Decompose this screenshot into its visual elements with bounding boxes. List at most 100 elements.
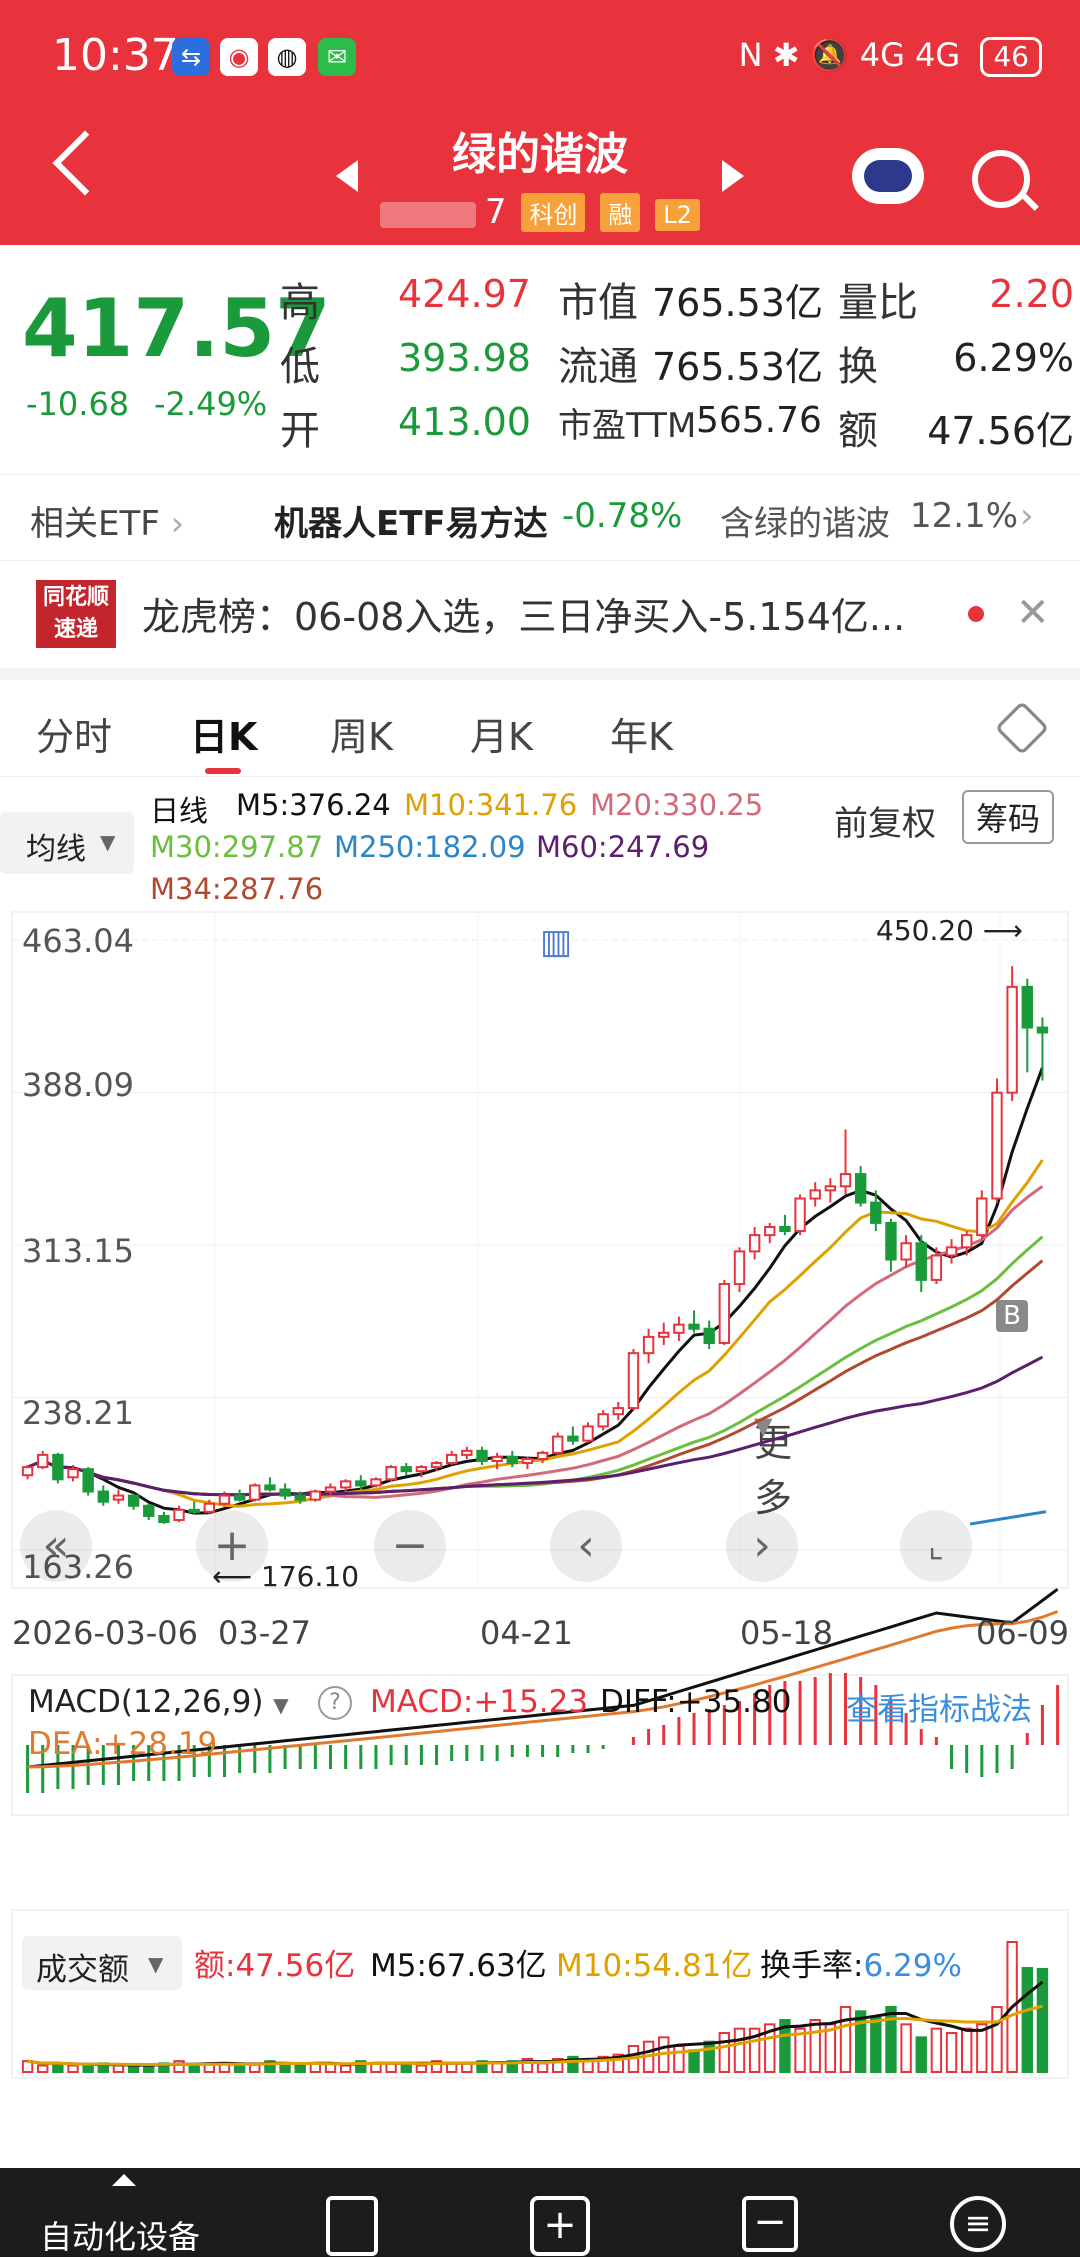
ma-line bbox=[969, 1510, 1047, 1526]
candle-body bbox=[733, 1250, 746, 1285]
candle-body bbox=[748, 1234, 761, 1253]
unread-dot bbox=[968, 606, 984, 622]
candle-body bbox=[430, 1462, 443, 1469]
candle-body bbox=[794, 1197, 806, 1233]
diff-value: DIFF:+35.80 bbox=[600, 1684, 792, 1720]
candle-body bbox=[21, 1466, 34, 1477]
section-gap bbox=[0, 668, 1080, 680]
date-tick-2: 03-27 bbox=[218, 1614, 311, 1652]
volume-bar bbox=[1021, 1967, 1033, 2073]
settings-hexagon-icon[interactable] bbox=[994, 700, 1050, 756]
close-icon[interactable]: ✕ bbox=[1016, 590, 1050, 636]
price-tick-3: 313.15 bbox=[22, 1232, 134, 1270]
candle-body bbox=[552, 1435, 564, 1454]
expand-icon[interactable] bbox=[112, 2174, 136, 2186]
search-icon[interactable] bbox=[972, 150, 1030, 208]
volume-selector[interactable]: 成交额 ▼ bbox=[22, 1936, 182, 1990]
tab-monthly-k[interactable]: 月K bbox=[470, 706, 533, 761]
candle-body bbox=[642, 1335, 655, 1355]
tab-weekly-k[interactable]: 周K bbox=[330, 706, 393, 761]
volume-bar bbox=[809, 2019, 821, 2073]
macd-selector[interactable]: MACD(12,26,9) ▼ bbox=[28, 1684, 289, 1720]
value-low: 393.98 bbox=[398, 336, 531, 380]
value-float: 765.53亿 bbox=[652, 345, 823, 389]
volume-bar bbox=[233, 2064, 246, 2073]
battery-icon: 46 bbox=[980, 37, 1042, 77]
etf-holding-pct: 12.1% bbox=[910, 496, 1019, 536]
volume-bar bbox=[536, 2062, 549, 2074]
value-mktcap: 765.53亿 bbox=[652, 281, 823, 325]
candle-body bbox=[521, 1457, 534, 1465]
candle-body bbox=[839, 1173, 852, 1188]
zoom-in-icon[interactable]: + bbox=[196, 1510, 268, 1582]
dropdown-icon: ▼ bbox=[273, 1693, 289, 1717]
label-turnover: 换 bbox=[838, 344, 878, 390]
scroll-right-icon[interactable]: › bbox=[726, 1510, 798, 1582]
indicator-tactics-link[interactable]: 查看指标战法 bbox=[846, 1684, 1032, 1729]
status-time: 10:37 bbox=[52, 30, 179, 81]
candle-body bbox=[673, 1323, 685, 1334]
candle-body bbox=[82, 1468, 94, 1493]
volume-bar bbox=[900, 2023, 912, 2074]
candle-body bbox=[476, 1449, 488, 1462]
scroll-left-icon[interactable]: ‹ bbox=[550, 1510, 622, 1582]
news-headline[interactable]: 龙虎榜：06-08入选，三日净买入-5.154亿... bbox=[142, 586, 905, 641]
volume-bar bbox=[673, 2045, 685, 2073]
candle-body bbox=[112, 1494, 125, 1501]
fullscreen-icon[interactable]: ⌞ bbox=[900, 1510, 972, 1582]
volume-bar bbox=[82, 2064, 94, 2073]
candle-body bbox=[67, 1468, 79, 1479]
etf-more-icon[interactable]: › bbox=[1020, 496, 1034, 536]
ma-lines bbox=[27, 1067, 1047, 1526]
candle-body bbox=[824, 1185, 837, 1192]
notes-icon[interactable] bbox=[326, 2196, 378, 2256]
macd-value: MACD:+15.23 bbox=[370, 1684, 589, 1720]
tab-daily-k[interactable]: 日K bbox=[190, 706, 257, 761]
candle-body bbox=[203, 1502, 216, 1513]
candle-body bbox=[764, 1225, 776, 1237]
candle-body bbox=[567, 1435, 579, 1442]
etf-pct: -0.78% bbox=[562, 496, 683, 536]
value-vol-ratio: 2.20 bbox=[989, 272, 1074, 316]
tonghuashun-news-logo: 同花顺速递 bbox=[36, 580, 116, 648]
ma-m30: M30:297.87 bbox=[150, 830, 324, 864]
adjust-mode[interactable]: 前复权 bbox=[834, 796, 936, 845]
volume-bar bbox=[415, 2064, 428, 2073]
volume-bar bbox=[112, 2064, 125, 2073]
divider bbox=[0, 776, 1080, 777]
candle-body bbox=[612, 1407, 625, 1416]
volume-bar bbox=[37, 2064, 49, 2073]
volume-bar bbox=[688, 2049, 700, 2074]
stock-code: 7 bbox=[484, 192, 507, 232]
volume-selector-label: 成交额 bbox=[36, 1952, 129, 1988]
candle-body bbox=[960, 1234, 973, 1249]
robot-assistant-icon[interactable] bbox=[852, 148, 924, 204]
add-watchlist-icon[interactable]: + bbox=[530, 2196, 590, 2256]
volume-bar bbox=[339, 2064, 352, 2073]
candle-body bbox=[930, 1254, 943, 1281]
candle-body bbox=[688, 1323, 700, 1330]
help-icon[interactable]: ? bbox=[318, 1686, 352, 1720]
back-icon[interactable] bbox=[52, 130, 118, 196]
menu-icon[interactable]: ≡ bbox=[950, 2196, 1006, 2252]
industry-label[interactable]: 自动化设备 bbox=[40, 2212, 200, 2258]
etf-label[interactable]: 相关ETF › bbox=[30, 496, 184, 545]
chart-type-icon[interactable]: ▥ bbox=[540, 922, 572, 962]
zoom-out-icon[interactable]: − bbox=[374, 1510, 446, 1582]
price-tick-2: 388.09 bbox=[22, 1066, 134, 1104]
volume-m10: M10:54.81亿 bbox=[556, 1948, 753, 1984]
candle-body bbox=[385, 1466, 397, 1481]
tab-intraday[interactable]: 分时 bbox=[36, 706, 112, 761]
value-high: 424.97 bbox=[398, 272, 531, 316]
tab-yearly-k[interactable]: 年K bbox=[610, 706, 673, 761]
remove-icon[interactable]: − bbox=[742, 2196, 798, 2252]
price-change-pct: -2.49% bbox=[154, 385, 268, 423]
candle-body bbox=[400, 1466, 412, 1473]
rewind-icon[interactable]: « bbox=[20, 1510, 92, 1582]
etf-name[interactable]: 机器人ETF易方达 bbox=[274, 496, 548, 545]
ma-selector[interactable]: 均线 ▼ bbox=[0, 812, 134, 874]
next-stock-icon[interactable] bbox=[722, 160, 744, 192]
chips-button[interactable]: 筹码 bbox=[962, 790, 1055, 844]
volume-bar bbox=[930, 2027, 943, 2073]
chevron-right-icon: › bbox=[170, 504, 185, 544]
